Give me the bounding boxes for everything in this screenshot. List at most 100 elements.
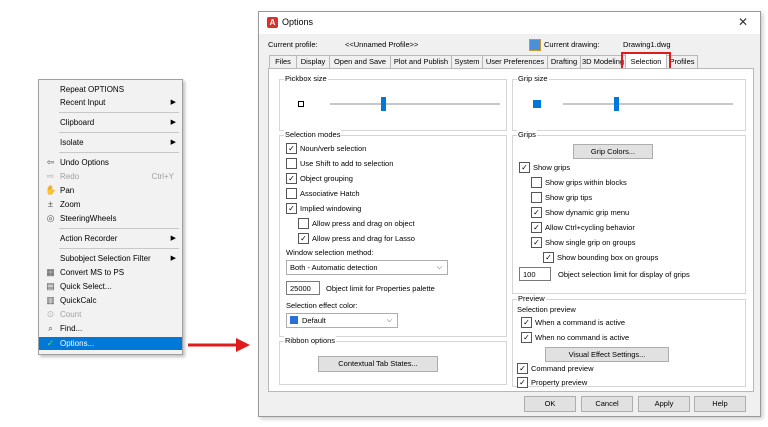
current-drawing-label: Current drawing:	[544, 40, 600, 49]
show-grip-tips-checkbox[interactable]	[531, 192, 542, 203]
checkmark-icon: ✓	[46, 338, 55, 348]
effect-color-select[interactable]: Default ⌵	[286, 313, 398, 328]
menu-item-quickcalc[interactable]: ▥ QuickCalc	[39, 294, 182, 307]
current-profile-value: <<Unnamed Profile>>	[345, 40, 419, 49]
selection-preview-label: Selection preview	[517, 305, 576, 314]
redo-icon: ⇨	[46, 171, 55, 181]
press-drag-lasso-label: Allow press and drag for Lasso	[312, 234, 415, 243]
command-preview-label: Command preview	[531, 364, 594, 373]
show-dynamic-menu-checkbox[interactable]: ✓	[531, 207, 542, 218]
options-dialog: A Options ✕ Current profile: <<Unnamed P…	[258, 11, 761, 417]
tab-display[interactable]: Display	[296, 55, 330, 68]
preview-group: Preview Selection preview ✓ When a comma…	[512, 294, 746, 388]
menu-item-undo-options[interactable]: ⇦ Undo Options	[39, 156, 182, 169]
tab-drafting[interactable]: Drafting	[547, 55, 581, 68]
property-preview-label: Property preview	[531, 378, 588, 387]
menu-item-recent-input[interactable]: Recent Input ▶	[39, 96, 182, 109]
menu-item-steering-wheels[interactable]: ◎ SteeringWheels	[39, 212, 182, 225]
visual-effect-settings-button[interactable]: Visual Effect Settings...	[545, 347, 669, 362]
preview-title: Preview	[517, 294, 546, 303]
ribbon-options-title: Ribbon options	[284, 336, 337, 345]
pickbox-slider-thumb[interactable]	[381, 97, 386, 111]
tab-plot-and-publish[interactable]: Plot and Publish	[390, 55, 452, 68]
menu-item-isolate[interactable]: Isolate ▶	[39, 136, 182, 149]
command-preview-checkbox[interactable]: ✓	[517, 363, 528, 374]
show-grips-checkbox[interactable]: ✓	[519, 162, 530, 173]
show-single-grip-checkbox[interactable]: ✓	[531, 237, 542, 248]
window-method-select[interactable]: Both - Automatic detection ⌵	[286, 260, 448, 275]
noun-verb-checkbox[interactable]: ✓	[286, 143, 297, 154]
show-bounding-box-checkbox[interactable]: ✓	[543, 252, 554, 263]
allow-ctrl-cycling-label: Allow Ctrl+cycling behavior	[545, 223, 635, 232]
submenu-arrow-icon: ▶	[170, 119, 176, 126]
ribbon-options-group: Ribbon options Contextual Tab States...	[279, 336, 507, 385]
pan-hand-icon: ✋	[45, 185, 57, 195]
press-drag-object-checkbox[interactable]	[298, 218, 309, 229]
apply-button[interactable]: Apply	[638, 396, 690, 412]
menu-item-quick-select[interactable]: ▤ Quick Select...	[39, 280, 182, 293]
pickbox-preview	[298, 101, 304, 107]
window-method-label: Window selection method:	[286, 248, 374, 257]
show-dynamic-menu-label: Show dynamic grip menu	[545, 208, 630, 217]
context-menu: Repeat OPTIONS Recent Input ▶ Clipboard ▶ …	[38, 79, 183, 355]
menu-item-pan[interactable]: ✋ Pan	[39, 184, 182, 197]
allow-ctrl-cycling-checkbox[interactable]: ✓	[531, 222, 542, 233]
effect-color-value: Default	[302, 316, 326, 325]
tab-3d-modeling[interactable]: 3D Modeling	[580, 55, 626, 68]
grip-colors-button[interactable]: Grip Colors...	[573, 144, 653, 159]
chevron-down-icon: ⌵	[436, 264, 442, 271]
grip-size-group: Grip size	[512, 74, 746, 131]
tab-open-and-save[interactable]: Open and Save	[329, 55, 391, 68]
show-grips-blocks-checkbox[interactable]	[531, 177, 542, 188]
submenu-arrow-icon: ▶	[170, 235, 176, 242]
grip-slider-thumb[interactable]	[614, 97, 619, 111]
grips-title: Grips	[517, 130, 537, 139]
menu-item-zoom[interactable]: ± Zoom	[39, 198, 182, 211]
submenu-arrow-icon: ▶	[170, 255, 176, 262]
contextual-tab-states-button[interactable]: Contextual Tab States...	[318, 356, 438, 372]
show-grip-tips-label: Show grip tips	[545, 193, 593, 202]
dialog-title: Options	[282, 17, 314, 27]
tab-user-preferences[interactable]: User Preferences	[482, 55, 548, 68]
undo-icon: ⇦	[46, 157, 55, 167]
when-no-command-checkbox[interactable]: ✓	[521, 332, 532, 343]
grip-limit-input[interactable]: 100	[519, 267, 551, 281]
submenu-arrow-icon: ▶	[170, 99, 176, 106]
property-preview-checkbox[interactable]: ✓	[517, 377, 528, 388]
use-shift-checkbox[interactable]	[286, 158, 297, 169]
title-bar: A Options ✕	[259, 12, 760, 34]
implied-windowing-checkbox[interactable]: ✓	[286, 203, 297, 214]
grip-size-title: Grip size	[517, 74, 549, 83]
menu-item-convert-ms-ps[interactable]: ▦ Convert MS to PS	[39, 266, 182, 279]
pointer-arrow-icon	[188, 338, 250, 352]
chevron-down-icon: ⌵	[386, 317, 392, 324]
menu-item-count[interactable]: ⊙ Count	[39, 308, 182, 321]
object-grouping-checkbox[interactable]: ✓	[286, 173, 297, 184]
ok-button[interactable]: OK	[524, 396, 576, 412]
press-drag-lasso-checkbox[interactable]: ✓	[298, 233, 309, 244]
noun-verb-label: Noun/verb selection	[300, 144, 367, 153]
menu-item-clipboard[interactable]: Clipboard ▶	[39, 116, 182, 129]
show-grips-label: Show grips	[533, 163, 571, 172]
tab-files[interactable]: Files	[269, 55, 297, 68]
associative-hatch-checkbox[interactable]	[286, 188, 297, 199]
menu-item-subobject-filter[interactable]: Subobject Selection Filter ▶	[39, 252, 182, 265]
use-shift-label: Use Shift to add to selection	[300, 159, 394, 168]
help-button[interactable]: Help	[694, 396, 746, 412]
when-command-active-label: When a command is active	[535, 318, 626, 327]
menu-item-redo[interactable]: ⇨ Redo Ctrl+Y	[39, 170, 182, 183]
close-icon[interactable]: ✕	[738, 15, 748, 29]
object-limit-label: Object limit for Properties palette	[326, 284, 435, 293]
menu-item-find[interactable]: ⌕ Find...	[39, 322, 182, 335]
menu-item-options[interactable]: ✓ Options...	[39, 337, 182, 350]
menu-item-action-recorder[interactable]: Action Recorder ▶	[39, 232, 182, 245]
grip-slider-track[interactable]	[563, 103, 733, 105]
cancel-button[interactable]: Cancel	[581, 396, 633, 412]
pickbox-slider-track[interactable]	[330, 103, 500, 105]
color-swatch	[290, 316, 298, 324]
object-limit-input[interactable]: 25000	[286, 281, 320, 295]
submenu-arrow-icon: ▶	[170, 139, 176, 146]
menu-item-repeat-options[interactable]: Repeat OPTIONS	[39, 83, 182, 96]
tab-system[interactable]: System	[451, 55, 483, 68]
when-command-active-checkbox[interactable]: ✓	[521, 317, 532, 328]
